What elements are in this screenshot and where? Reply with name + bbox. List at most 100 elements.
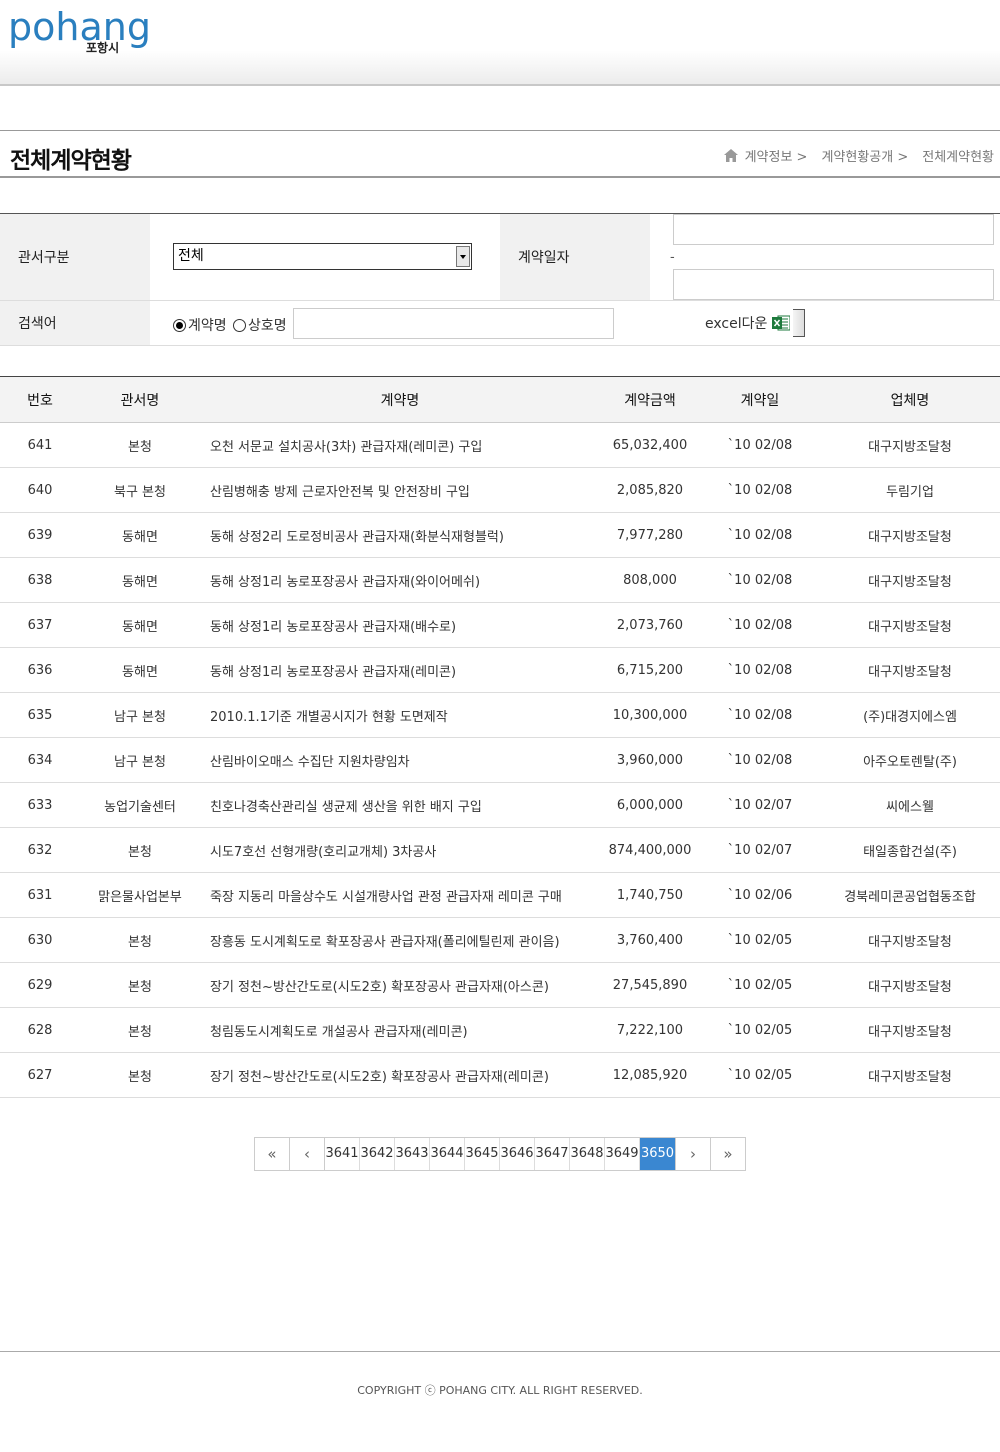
cell-contract-name[interactable]: 시도7호선 선형개량(호리교개체) 3차공사 [200,827,600,873]
search-row-2: 검색어 계약명 상호명 excel다운 [0,301,1000,346]
table-row[interactable]: 639 동해면 동해 상정2리 도로정비공사 관급자재(화분식재형블럭) 7,977,… [0,512,1000,558]
excel-button-edge[interactable] [793,309,806,337]
page-link[interactable]: 3641 [325,1138,360,1170]
cell-no: 631 [0,872,80,918]
radio-company-name[interactable]: 상호명 [233,315,287,335]
pohang-logo[interactable]: pohang 포항시 [8,6,158,58]
page-link-active[interactable]: 3650 [640,1138,675,1170]
table-row[interactable]: 640 북구 본청 산림병해충 방제 근로자안전복 및 안전장비 구입 2,085,8… [0,467,1000,513]
page-link[interactable]: 3648 [570,1138,605,1170]
contract-table: 번호 관서명 계약명 계약금액 계약일 업체명 641 본청 오천 서문교 설치공사… [0,376,1000,1098]
cell-dept: 동해면 [80,602,200,648]
next-page-button[interactable]: › [675,1138,710,1170]
cell-amount: 65,032,400 [600,422,700,468]
breadcrumb: 계약정보 > 계약현황공개 > 전체계약현황 [723,146,998,165]
keyword-input[interactable] [293,308,614,339]
table-row[interactable]: 641 본청 오천 서문교 설치공사(3차) 관급자재(레미콘) 구입 65,032,… [0,422,1000,468]
first-page-button[interactable]: « [255,1138,290,1170]
cell-contract-name[interactable]: 청림동도시계획도로 개설공사 관급자재(레미콘) [200,1007,600,1053]
radio-contract-label: 계약명 [188,318,227,334]
date-label: 계약일자 [500,214,650,300]
cell-dept: 동해면 [80,647,200,693]
cell-contract-name[interactable]: 동해 상정1리 농로포장공사 관급자재(레미콘) [200,647,600,693]
cell-date: `10 02/08 [700,422,820,468]
cell-company: 대구지방조달청 [820,512,1000,558]
date-separator: - [670,250,675,265]
table-row[interactable]: 636 동해면 동해 상정1리 농로포장공사 관급자재(레미콘) 6,715,200 `… [0,647,1000,693]
page-link[interactable]: 3644 [430,1138,465,1170]
cell-date: `10 02/08 [700,467,820,513]
cell-contract-name[interactable]: 산림바이오매스 수집단 지원차량임차 [200,737,600,783]
cell-dept: 본청 [80,962,200,1008]
table-row[interactable]: 634 남구 본청 산림바이오매스 수집단 지원차량임차 3,960,000 `10 0… [0,737,1000,783]
table-row[interactable]: 633 농업기술센터 친호나경축산관리실 생균제 생산을 위한 배지 구입 6,000… [0,782,1000,828]
cell-date: `10 02/07 [700,782,820,828]
table-row[interactable]: 628 본청 청림동도시계획도로 개설공사 관급자재(레미콘) 7,222,100 `1… [0,1007,1000,1053]
cell-date: `10 02/05 [700,1052,820,1098]
dept-label: 관서구분 [0,214,150,300]
cell-contract-name[interactable]: 2010.1.1기준 개별공시지가 현황 도면제작 [200,692,600,738]
cell-dept: 본청 [80,422,200,468]
table-row[interactable]: 632 본청 시도7호선 선형개량(호리교개체) 3차공사 874,400,000 `1… [0,827,1000,873]
cell-no: 628 [0,1007,80,1053]
column-header-no: 번호 [0,376,80,423]
table-row[interactable]: 635 남구 본청 2010.1.1기준 개별공시지가 현황 도면제작 10,300,… [0,692,1000,738]
cell-contract-name[interactable]: 동해 상정1리 농로포장공사 관급자재(배수로) [200,602,600,648]
dept-select-value: 전체 [178,248,204,264]
date-start-field[interactable] [673,214,994,245]
breadcrumb-item-current: 전체계약현황 [922,150,994,165]
page-link[interactable]: 3645 [465,1138,500,1170]
cell-company: 두림기업 [820,467,1000,513]
breadcrumb-item-contract-info[interactable]: 계약정보 > [745,146,808,165]
cell-contract-name[interactable]: 장흥동 도시계획도로 확포장공사 관급자재(폴리에틸린제 관이음) [200,917,600,963]
cell-contract-name[interactable]: 동해 상정1리 농로포장공사 관급자재(와이어메쉬) [200,557,600,603]
cell-contract-name[interactable]: 장기 정천~방산간도로(시도2호) 확포장공사 관급자재(아스콘) [200,962,600,1008]
cell-company: 대구지방조달청 [820,647,1000,693]
page-link[interactable]: 3649 [605,1138,640,1170]
cell-date: `10 02/08 [700,692,820,738]
cell-amount: 10,300,000 [600,692,700,738]
dept-select[interactable]: 전체 [173,243,472,270]
cell-dept: 맑은물사업본부 [80,872,200,918]
cell-date: `10 02/06 [700,872,820,918]
cell-contract-name[interactable]: 죽장 지동리 마을상수도 시설개량사업 관정 관급자재 레미콘 구매 [200,872,600,918]
cell-contract-name[interactable]: 오천 서문교 설치공사(3차) 관급자재(레미콘) 구입 [200,422,600,468]
table-row[interactable]: 630 본청 장흥동 도시계획도로 확포장공사 관급자재(폴리에틸린제 관이음) 3,… [0,917,1000,963]
cell-contract-name[interactable]: 산림병해충 방제 근로자안전복 및 안전장비 구입 [200,467,600,513]
logo-text: pohang [8,6,151,49]
home-icon[interactable] [723,149,738,162]
logo-subtext: 포항시 [86,40,119,55]
column-header-dept: 관서명 [80,376,200,423]
cell-company: 대구지방조달청 [820,1052,1000,1098]
cell-no: 637 [0,602,80,648]
cell-date: `10 02/07 [700,827,820,873]
table-row[interactable]: 638 동해면 동해 상정1리 농로포장공사 관급자재(와이어메쉬) 808,000 `… [0,557,1000,603]
cell-contract-name[interactable]: 동해 상정2리 도로정비공사 관급자재(화분식재형블럭) [200,512,600,558]
table-row[interactable]: 637 동해면 동해 상정1리 농로포장공사 관급자재(배수로) 2,073,760 `… [0,602,1000,648]
cell-amount: 7,222,100 [600,1007,700,1053]
prev-page-button[interactable]: ‹ [290,1138,325,1170]
cell-date: `10 02/08 [700,557,820,603]
last-page-button[interactable]: » [710,1138,745,1170]
cell-contract-name[interactable]: 장기 정천~방산간도로(시도2호) 확포장공사 관급자재(레미콘) [200,1052,600,1098]
date-end-field[interactable] [673,269,994,300]
page-link[interactable]: 3646 [500,1138,535,1170]
excel-download-button[interactable]: excel다운 [705,309,806,337]
page-link[interactable]: 3642 [360,1138,395,1170]
page-link[interactable]: 3647 [535,1138,570,1170]
radio-button[interactable] [233,318,246,332]
table-row[interactable]: 629 본청 장기 정천~방산간도로(시도2호) 확포장공사 관급자재(아스콘) 27… [0,962,1000,1008]
chevron-down-icon[interactable] [456,246,470,267]
radio-button-checked[interactable] [173,318,186,332]
table-row[interactable]: 627 본청 장기 정천~방산간도로(시도2호) 확포장공사 관급자재(레미콘) 12… [0,1052,1000,1098]
cell-dept: 동해면 [80,557,200,603]
cell-contract-name[interactable]: 친호나경축산관리실 생균제 생산을 위한 배지 구입 [200,782,600,828]
radio-contract-name[interactable]: 계약명 [173,315,227,335]
page-link[interactable]: 3643 [395,1138,430,1170]
cell-dept: 본청 [80,917,200,963]
breadcrumb-item-contract-status-public[interactable]: 계약현황공개 > [821,146,908,165]
table-row[interactable]: 631 맑은물사업본부 죽장 지동리 마을상수도 시설개량사업 관정 관급자재 레미… [0,872,1000,918]
site-footer: COPYRIGHT ⓒ POHANG CITY. ALL RIGHT RESER… [0,1351,1000,1452]
cell-no: 634 [0,737,80,783]
cell-amount: 2,073,760 [600,602,700,648]
